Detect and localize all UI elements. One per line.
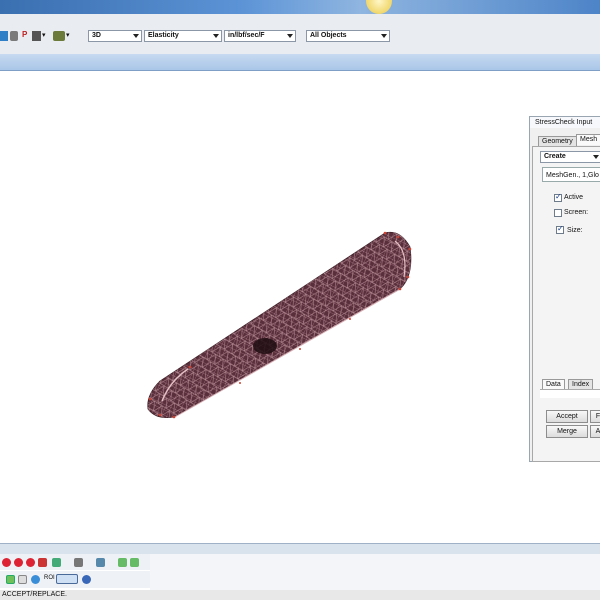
bottom-toolbar-1 [0,554,150,570]
gear-icon[interactable] [96,558,105,567]
chevron-down-icon[interactable]: ▾ [66,31,70,39]
p-icon[interactable]: P [22,30,27,39]
chevron-down-icon [381,34,387,38]
chevron-down-icon [287,34,293,38]
model-viewport[interactable] [0,71,600,543]
units-select-value: in/lbf/sec/F [228,32,265,39]
edit-icon[interactable] [52,558,61,567]
merge-button[interactable]: Merge [546,425,588,438]
action-select[interactable]: Create [540,151,600,163]
grid-icon[interactable] [18,575,27,584]
mesh-model [147,231,412,419]
active-label: Active [564,194,584,201]
tab-mesh[interactable]: Mesh [576,134,600,145]
globe-icon[interactable] [31,575,40,584]
rotate-icon[interactable] [32,31,41,41]
desktop-strip [0,0,600,14]
main-toolbar: P ▾ ▾ 3D Elasticity in/lbf/sec/F All Obj… [0,14,600,55]
zoom-icon[interactable] [74,558,83,567]
bottom-empty-area [150,554,600,590]
active-checkbox[interactable] [554,192,562,202]
size-label: Size: [567,227,583,234]
no-entry-icon[interactable] [14,558,23,567]
ribbon-bar [0,54,600,71]
screen-label: Screen: [564,209,589,216]
mesh-record-list[interactable]: MeshGen., 1,Glo [542,167,600,182]
mode-select-value: 3D [92,32,101,39]
mode-select[interactable]: 3D [88,30,142,42]
layout-icon[interactable] [56,574,78,584]
chevron-down-icon [213,34,219,38]
a-button[interactable]: A [590,425,600,438]
stresscheck-input-panel: StressCheck Input Geometry Mesh Create M… [529,116,600,462]
no-entry-icon[interactable] [26,558,35,567]
mesh-icon[interactable] [118,558,127,567]
pan-icon[interactable] [10,31,18,41]
status-bar: ACCEPT/REPLACE. [0,590,600,600]
stop-icon[interactable] [2,558,11,567]
objects-select[interactable]: All Objects [306,30,390,42]
select-tool-icon[interactable] [6,575,15,584]
roi-label[interactable]: ROI [44,575,55,581]
chevron-down-icon[interactable]: ▾ [42,31,46,39]
select-icon[interactable] [0,31,8,41]
objects-select-value: All Objects [310,32,347,39]
refresh-icon[interactable] [130,558,139,567]
data-area [540,389,600,398]
chevron-down-icon [593,155,599,159]
chevron-down-icon [133,34,139,38]
action-select-value: Create [544,153,566,160]
bottom-toolbar-2: ROI [0,571,150,588]
size-checkbox[interactable] [556,224,564,234]
screen-checkbox[interactable] [554,209,562,217]
panel-title: StressCheck Input [530,117,600,128]
analysis-select-value: Elasticity [148,32,179,39]
analysis-select[interactable]: Elasticity [144,30,222,42]
record-icon[interactable] [38,558,47,567]
f-button[interactable]: F [590,410,600,423]
units-select[interactable]: in/lbf/sec/F [224,30,296,42]
accept-button[interactable]: Accept [546,410,588,423]
view-icon[interactable] [53,31,65,41]
globe-icon[interactable] [82,575,91,584]
